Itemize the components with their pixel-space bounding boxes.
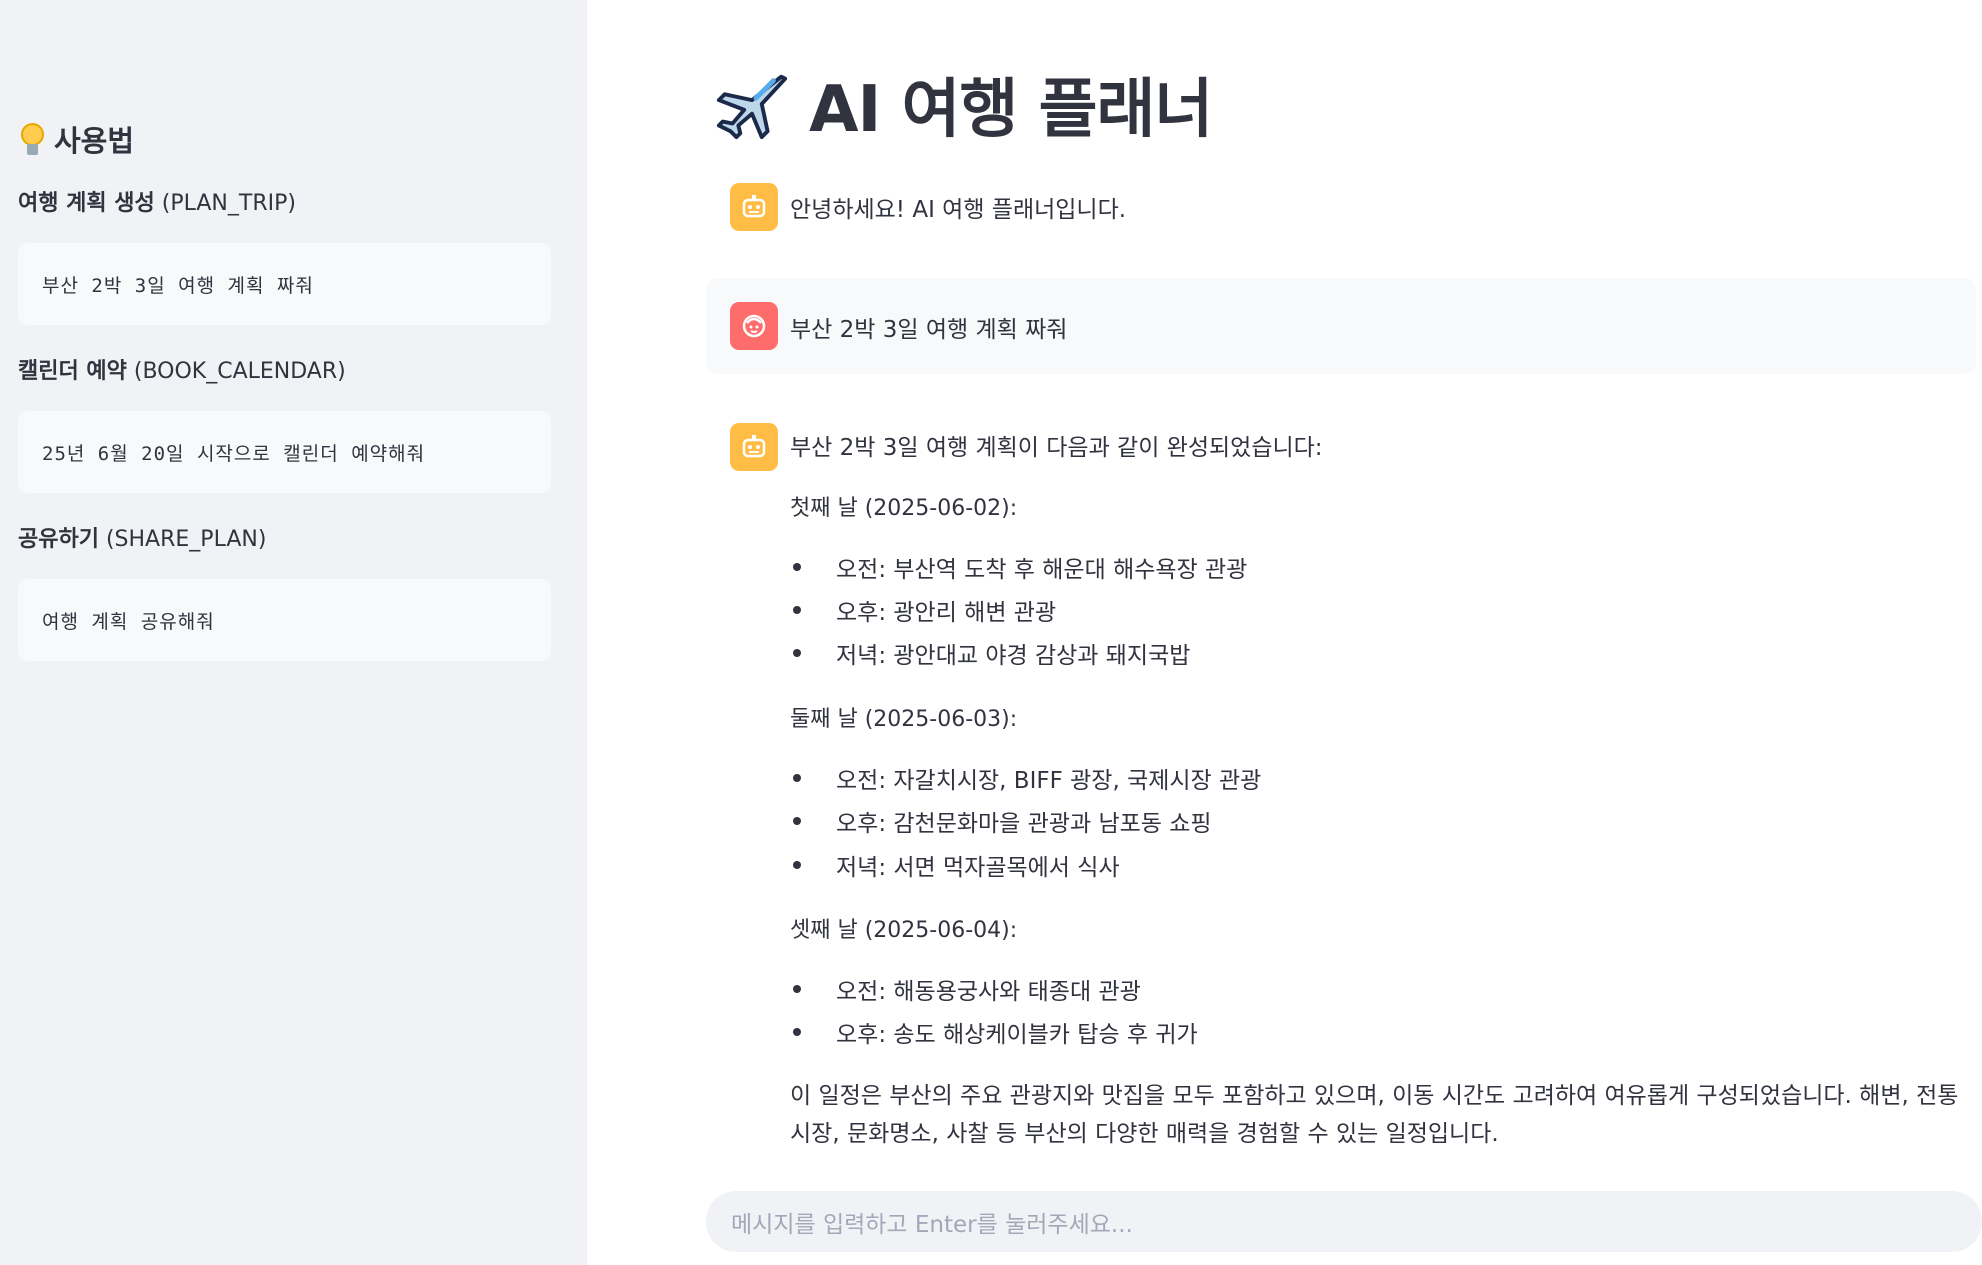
command-title-plan-trip: 여행 계획 생성 (PLAN_TRIP) [18,185,296,217]
page-title: AI 여행 플래너 [713,58,1213,150]
bot-avatar-icon [730,183,778,231]
command-title-share-plan: 공유하기 (SHARE_PLAN) [18,521,266,553]
lightbulb-icon [18,121,48,157]
plan-item: 오후: 광안리 해변 관광 [793,593,1056,627]
plan-item: 저녁: 서면 먹자골목에서 식사 [793,848,1120,882]
plan-item: 저녁: 광안대교 야경 감상과 돼지국밥 [793,636,1190,670]
airplane-icon [716,74,788,140]
command-example-share-plan[interactable]: 여행 계획 공유해줘 [18,579,551,661]
plan-item: 오전: 자갈치시장, BIFF 광장, 국제시장 관광 [793,761,1261,795]
page-title-text: AI 여행 플래너 [809,73,1213,147]
chat-message-assistant: 부산 2박 3일 여행 계획이 다음과 같이 완성되었습니다: [706,416,1976,476]
plan-item: 오전: 해동용궁사와 태종대 관광 [793,972,1141,1006]
plan-day-label: 첫째 날 (2025-06-02): [790,496,1018,521]
plan-item: 오후: 송도 해상케이블카 탑승 후 귀가 [793,1015,1198,1049]
command-example-plan-trip[interactable]: 부산 2박 3일 여행 계획 짜줘 [18,243,551,325]
command-code: (BOOK_CALENDAR) [133,359,346,384]
plan-day-label: 셋째 날 (2025-06-04): [790,918,1018,943]
sidebar-heading: 사용법 [18,118,134,160]
chat-input[interactable]: 메시지를 입력하고 Enter를 눌러주세요... [706,1191,1982,1252]
message-text: 부산 2박 3일 여행 계획 짜줘 [790,317,1068,343]
command-code: (PLAN_TRIP) [161,191,296,216]
command-example-book-calendar[interactable]: 25년 6월 20일 시작으로 캘린더 예약해줘 [18,411,551,493]
command-code: (SHARE_PLAN) [105,527,267,552]
message-text: 부산 2박 3일 여행 계획이 다음과 같이 완성되었습니다: [790,435,1323,461]
message-text: 안녕하세요! AI 여행 플래너입니다. [790,197,1127,223]
sidebar: 사용법 여행 계획 생성 (PLAN_TRIP) 부산 2박 3일 여행 계획 … [0,0,587,1265]
chat-message-assistant: 안녕하세요! AI 여행 플래너입니다. [706,176,1976,236]
sidebar-heading-text: 사용법 [54,124,135,158]
command-label: 공유하기 [18,527,99,552]
bot-avatar-icon [730,423,778,471]
plan-summary: 이 일정은 부산의 주요 관광지와 맛집을 모두 포함하고 있으며, 이동 시간… [790,1083,1959,1147]
user-avatar-icon [730,302,778,350]
command-label: 캘린더 예약 [18,359,127,384]
chat-input-placeholder: 메시지를 입력하고 Enter를 눌러주세요... [731,1211,1133,1238]
plan-day-label: 둘째 날 (2025-06-03): [790,707,1018,732]
plan-item: 오후: 감천문화마을 관광과 남포동 쇼핑 [793,804,1212,838]
chat-message-user: 부산 2박 3일 여행 계획 짜줘 [706,278,1976,374]
command-title-book-calendar: 캘린더 예약 (BOOK_CALENDAR) [18,353,346,385]
command-label: 여행 계획 생성 [18,191,155,216]
plan-item: 오전: 부산역 도착 후 해운대 해수욕장 관광 [793,550,1247,584]
